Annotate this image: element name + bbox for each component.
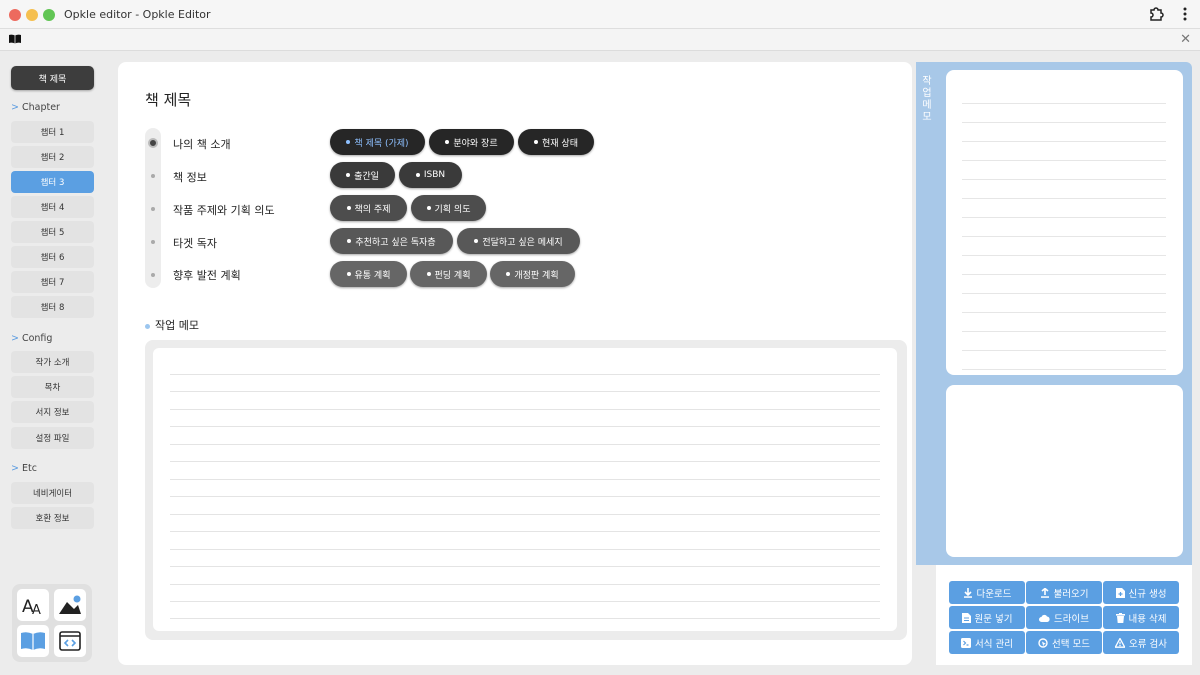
sidebar-item-settings-file[interactable]: 설정 파일	[11, 427, 94, 449]
action-panel: 다운로드 불러오기 신규 생성 원문 넣기 드라이브 내용 삭제 서식 관리 선…	[936, 565, 1192, 665]
section-label: Etc	[21, 463, 37, 474]
pill-book-title[interactable]: 책 제목 (가제)	[330, 129, 425, 155]
sidebar-item-chapter-7[interactable]: 챕터 7	[11, 271, 94, 293]
drive-button[interactable]: 드라이브	[1026, 606, 1102, 629]
select-mode-button[interactable]: 선택 모드	[1026, 631, 1102, 654]
progress-dot[interactable]	[148, 138, 158, 148]
memo-editor[interactable]	[153, 348, 897, 631]
section-label: Chapter	[21, 102, 60, 113]
font-icon[interactable]: AA	[17, 589, 49, 621]
pill-planning-intent[interactable]: 기획 의도	[411, 195, 486, 221]
memo-tab-label: 작업 메모	[922, 76, 932, 123]
chevron-right-icon: >	[11, 333, 19, 344]
pill-reader-group[interactable]: 추천하고 싶은 독자층	[330, 228, 453, 254]
row-label-book-intro: 나의 책 소개	[173, 138, 231, 151]
progress-dot[interactable]	[151, 174, 155, 178]
new-file-icon	[1115, 587, 1125, 598]
book-title-button[interactable]: 책 제목	[11, 66, 94, 90]
title-bar: Opkle editor - Opkle Editor	[0, 0, 1200, 29]
chevron-right-icon: >	[11, 463, 19, 474]
chevron-right-icon: >	[11, 102, 19, 113]
close-window-button[interactable]	[9, 9, 21, 21]
extension-icon[interactable]	[1148, 6, 1164, 22]
download-button[interactable]: 다운로드	[949, 581, 1025, 604]
sidebar-item-author[interactable]: 작가 소개	[11, 351, 94, 373]
upload-icon	[1040, 587, 1049, 598]
sidebar-item-chapter-2[interactable]: 챕터 2	[11, 146, 94, 168]
kebab-menu-icon[interactable]	[1182, 6, 1188, 22]
memo-tab[interactable]: 작업 메모	[916, 62, 938, 144]
pill-status[interactable]: 현재 상태	[518, 129, 594, 155]
sidebar: 책 제목 > Chapter 챕터 1 챕터 2 챕터 3 챕터 4 챕터 5 챕…	[0, 52, 106, 675]
progress-dot[interactable]	[151, 240, 155, 244]
tool-panel: AA	[12, 584, 92, 662]
pill-book-theme[interactable]: 책의 주제	[330, 195, 407, 221]
memo-side-panel: 작업 메모	[916, 62, 1192, 565]
pill-funding-plan[interactable]: 펀딩 계획	[410, 261, 487, 287]
sidebar-item-toc[interactable]: 목차	[11, 376, 94, 398]
svg-text:A: A	[32, 603, 41, 616]
document-icon	[961, 612, 971, 623]
close-icon[interactable]: ✕	[1180, 32, 1191, 47]
pill-revision-plan[interactable]: 개정판 계획	[490, 261, 575, 287]
format-icon	[961, 637, 971, 648]
warning-icon	[1115, 637, 1125, 648]
download-icon	[963, 587, 972, 598]
memo-area	[145, 340, 907, 640]
progress-track	[145, 128, 161, 288]
side-preview-area[interactable]	[946, 385, 1183, 557]
sidebar-item-chapter-1[interactable]: 챕터 1	[11, 121, 94, 143]
select-icon	[1038, 637, 1048, 648]
toolbar: ✕	[0, 29, 1200, 51]
book-icon[interactable]	[9, 34, 21, 44]
minimize-window-button[interactable]	[26, 9, 38, 21]
side-memo-editor[interactable]	[946, 70, 1183, 375]
sidebar-item-compat-info[interactable]: 호환 정보	[11, 507, 94, 529]
section-etc[interactable]: > Etc	[11, 463, 37, 474]
trash-icon	[1115, 612, 1125, 623]
maximize-window-button[interactable]	[43, 9, 55, 21]
progress-dot[interactable]	[151, 273, 155, 277]
page-title: 책 제목	[145, 91, 192, 109]
load-button[interactable]: 불러오기	[1026, 581, 1102, 604]
memo-label: 작업 메모	[145, 317, 199, 333]
error-check-button[interactable]: 오류 검사	[1103, 631, 1179, 654]
row-label-target-reader: 타겟 독자	[173, 237, 217, 250]
code-icon[interactable]	[54, 625, 86, 657]
pill-message[interactable]: 전달하고 싶은 메세지	[457, 228, 580, 254]
sidebar-item-chapter-8[interactable]: 챕터 8	[11, 296, 94, 318]
sidebar-item-chapter-3[interactable]: 챕터 3	[11, 171, 94, 193]
insert-source-button[interactable]: 원문 넣기	[949, 606, 1025, 629]
sidebar-item-bibliography[interactable]: 서지 정보	[11, 401, 94, 423]
pill-genre[interactable]: 분야와 장르	[429, 129, 514, 155]
progress-dot[interactable]	[151, 207, 155, 211]
format-manage-button[interactable]: 서식 관리	[949, 631, 1025, 654]
window-title: Opkle editor - Opkle Editor	[64, 8, 211, 21]
section-chapter[interactable]: > Chapter	[11, 102, 60, 113]
sidebar-item-chapter-4[interactable]: 챕터 4	[11, 196, 94, 218]
row-label-theme: 작품 주제와 기획 의도	[173, 204, 275, 217]
section-config[interactable]: > Config	[11, 333, 52, 344]
book-icon[interactable]	[17, 625, 49, 657]
row-label-book-info: 책 정보	[173, 171, 207, 184]
sidebar-item-navigator[interactable]: 네비게이터	[11, 482, 94, 504]
new-file-button[interactable]: 신규 생성	[1103, 581, 1179, 604]
cloud-icon	[1039, 614, 1050, 622]
pill-isbn[interactable]: ISBN	[399, 162, 462, 188]
row-label-future-plan: 향후 발전 계획	[173, 269, 241, 282]
sidebar-item-chapter-6[interactable]: 챕터 6	[11, 246, 94, 268]
sidebar-item-chapter-5[interactable]: 챕터 5	[11, 221, 94, 243]
delete-content-button[interactable]: 내용 삭제	[1103, 606, 1179, 629]
image-icon[interactable]	[54, 589, 86, 621]
pill-publish-date[interactable]: 출간일	[330, 162, 395, 188]
pill-distribution-plan[interactable]: 유통 계획	[330, 261, 407, 287]
main-content: 책 제목 나의 책 소개 책 제목 (가제) 분야와 장르 현재 상태 책 정보…	[118, 62, 912, 665]
section-label: Config	[21, 333, 53, 344]
